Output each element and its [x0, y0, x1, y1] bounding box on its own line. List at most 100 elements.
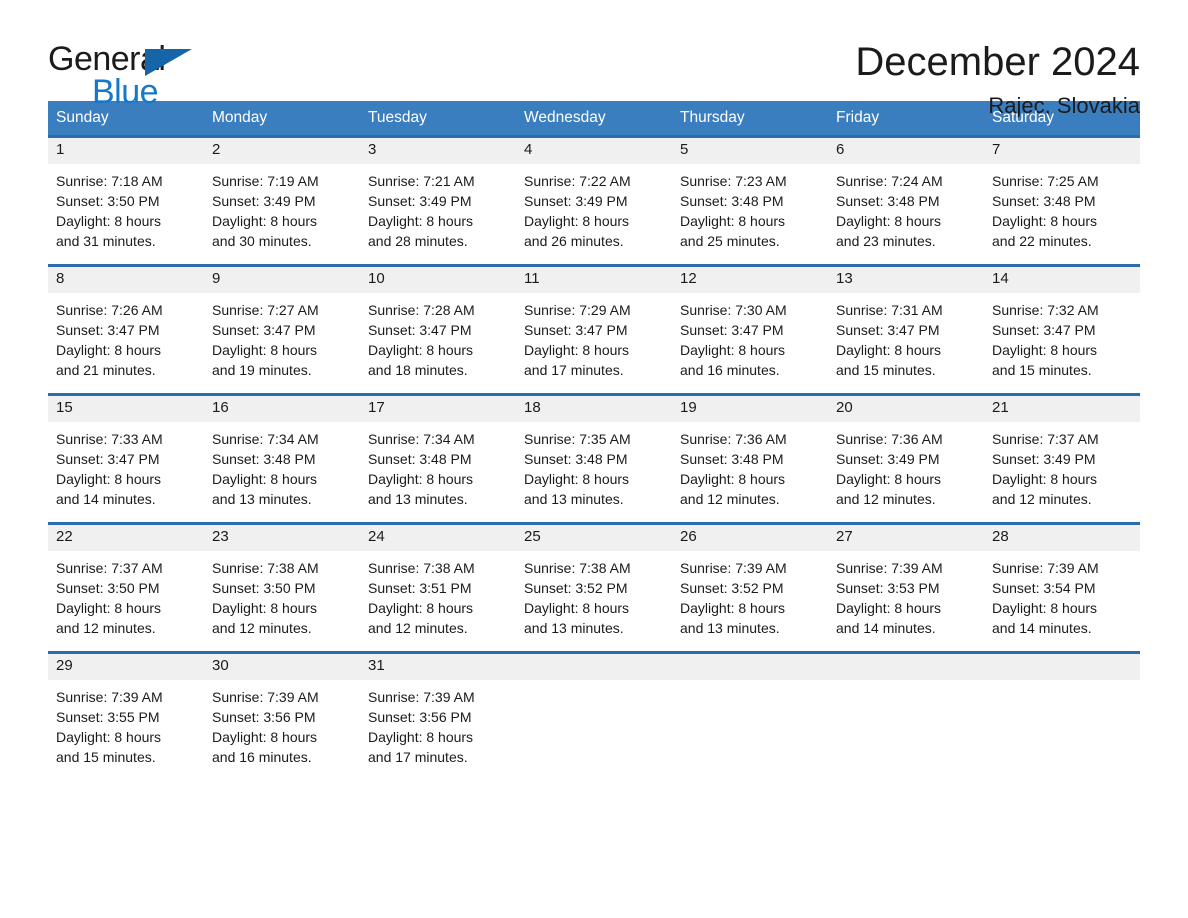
sunset-text: Sunset: 3:53 PM [836, 580, 940, 597]
day-cell-27[interactable]: Sunrise: 7:39 AM Sunset: 3:53 PM Daylight:… [828, 551, 984, 651]
day-cell-26[interactable]: Sunrise: 7:39 AM Sunset: 3:52 PM Daylight:… [672, 551, 828, 651]
day-number-30[interactable]: 30 [204, 654, 360, 680]
daylight-text: and 15 minutes. [836, 362, 936, 379]
day-cell-4[interactable]: Sunrise: 7:22 AM Sunset: 3:49 PM Daylight:… [516, 164, 672, 264]
day-cell-11[interactable]: Sunrise: 7:29 AM Sunset: 3:47 PM Daylight:… [516, 293, 672, 393]
day-number-13[interactable]: 13 [828, 267, 984, 293]
day-cell-5[interactable]: Sunrise: 7:23 AM Sunset: 3:48 PM Daylight:… [672, 164, 828, 264]
day-cell-16[interactable]: Sunrise: 7:34 AM Sunset: 3:48 PM Daylight:… [204, 422, 360, 522]
day-cell-17[interactable]: Sunrise: 7:34 AM Sunset: 3:48 PM Daylight:… [360, 422, 516, 522]
day-cell-15[interactable]: Sunrise: 7:33 AM Sunset: 3:47 PM Daylight:… [48, 422, 204, 522]
day-cell-20[interactable]: Sunrise: 7:36 AM Sunset: 3:49 PM Daylight:… [828, 422, 984, 522]
sunset-text: Sunset: 3:47 PM [680, 322, 784, 339]
sunset-text: Sunset: 3:47 PM [524, 322, 628, 339]
day-cell-empty [984, 680, 1140, 780]
sunset-text: Sunset: 3:47 PM [56, 451, 160, 468]
general-blue-logo[interactable]: General Blue [48, 42, 196, 116]
daylight-text: and 15 minutes. [992, 362, 1092, 379]
daylight-text: Daylight: 8 hours [992, 342, 1098, 359]
day-cell-7[interactable]: Sunrise: 7:25 AM Sunset: 3:48 PM Daylight:… [984, 164, 1140, 264]
day-cell-22[interactable]: Sunrise: 7:37 AM Sunset: 3:50 PM Daylight:… [48, 551, 204, 651]
sunset-text: Sunset: 3:50 PM [56, 193, 160, 210]
day-number-9[interactable]: 9 [204, 267, 360, 293]
day-number-18[interactable]: 18 [516, 396, 672, 422]
day-cell-empty [828, 680, 984, 780]
day-number-17[interactable]: 17 [360, 396, 516, 422]
daylight-text: Daylight: 8 hours [836, 342, 942, 359]
day-number-20[interactable]: 20 [828, 396, 984, 422]
day-detail-row: Sunrise: 7:26 AM Sunset: 3:47 PM Daylight:… [48, 293, 1140, 393]
day-number-25[interactable]: 25 [516, 525, 672, 551]
day-number-10[interactable]: 10 [360, 267, 516, 293]
daylight-text: and 13 minutes. [524, 620, 624, 637]
day-number-12[interactable]: 12 [672, 267, 828, 293]
weekday-header-tuesday: Tuesday [368, 109, 427, 126]
day-number-5[interactable]: 5 [672, 138, 828, 164]
day-number-1[interactable]: 1 [48, 138, 204, 164]
day-cell-6[interactable]: Sunrise: 7:24 AM Sunset: 3:48 PM Daylight:… [828, 164, 984, 264]
day-cell-3[interactable]: Sunrise: 7:21 AM Sunset: 3:49 PM Daylight:… [360, 164, 516, 264]
day-number-4[interactable]: 4 [516, 138, 672, 164]
weekday-header-row: Sunday Monday Tuesday Wednesday Thursday Frid… [48, 101, 1140, 136]
sunrise-text: Sunrise: 7:38 AM [524, 560, 631, 577]
daylight-text: Daylight: 8 hours [368, 471, 474, 488]
day-number-7[interactable]: 7 [984, 138, 1140, 164]
day-number-2[interactable]: 2 [204, 138, 360, 164]
day-number-22[interactable]: 22 [48, 525, 204, 551]
day-cell-empty [516, 680, 672, 780]
day-cell-18[interactable]: Sunrise: 7:35 AM Sunset: 3:48 PM Daylight:… [516, 422, 672, 522]
sunrise-text: Sunrise: 7:39 AM [836, 560, 943, 577]
sunrise-text: Sunrise: 7:33 AM [56, 431, 163, 448]
day-cell-24[interactable]: Sunrise: 7:38 AM Sunset: 3:51 PM Daylight:… [360, 551, 516, 651]
day-cell-8[interactable]: Sunrise: 7:26 AM Sunset: 3:47 PM Daylight:… [48, 293, 204, 393]
daylight-text: Daylight: 8 hours [56, 213, 162, 230]
day-number-21[interactable]: 21 [984, 396, 1140, 422]
day-number-19[interactable]: 19 [672, 396, 828, 422]
sunrise-text: Sunrise: 7:27 AM [212, 302, 319, 319]
daylight-text: Daylight: 8 hours [680, 213, 786, 230]
day-cell-14[interactable]: Sunrise: 7:32 AM Sunset: 3:47 PM Daylight:… [984, 293, 1140, 393]
day-cell-21[interactable]: Sunrise: 7:37 AM Sunset: 3:49 PM Daylight:… [984, 422, 1140, 522]
day-number-11[interactable]: 11 [516, 267, 672, 293]
day-number-27[interactable]: 27 [828, 525, 984, 551]
day-number-15[interactable]: 15 [48, 396, 204, 422]
sunset-text: Sunset: 3:49 PM [524, 193, 628, 210]
daylight-text: Daylight: 8 hours [836, 213, 942, 230]
day-number-8[interactable]: 8 [48, 267, 204, 293]
daylight-text: Daylight: 8 hours [992, 213, 1098, 230]
day-cell-29[interactable]: Sunrise: 7:39 AM Sunset: 3:55 PM Daylight:… [48, 680, 204, 780]
day-cell-13[interactable]: Sunrise: 7:31 AM Sunset: 3:47 PM Daylight:… [828, 293, 984, 393]
day-number-29[interactable]: 29 [48, 654, 204, 680]
daylight-text: Daylight: 8 hours [368, 600, 474, 617]
day-cell-25[interactable]: Sunrise: 7:38 AM Sunset: 3:52 PM Daylight:… [516, 551, 672, 651]
daylight-text: Daylight: 8 hours [680, 600, 786, 617]
day-cell-10[interactable]: Sunrise: 7:28 AM Sunset: 3:47 PM Daylight:… [360, 293, 516, 393]
day-cell-31[interactable]: Sunrise: 7:39 AM Sunset: 3:56 PM Daylight:… [360, 680, 516, 780]
day-number-3[interactable]: 3 [360, 138, 516, 164]
daylight-text: Daylight: 8 hours [836, 600, 942, 617]
sunset-text: Sunset: 3:52 PM [680, 580, 784, 597]
daylight-text: Daylight: 8 hours [212, 213, 318, 230]
calendar-page: General Blue December 2024 Rajec, Slovak… [0, 0, 1188, 918]
day-cell-30[interactable]: Sunrise: 7:39 AM Sunset: 3:56 PM Daylight:… [204, 680, 360, 780]
day-number-16[interactable]: 16 [204, 396, 360, 422]
day-number-31[interactable]: 31 [360, 654, 516, 680]
day-cell-1[interactable]: Sunrise: 7:18 AM Sunset: 3:50 PM Daylight:… [48, 164, 204, 264]
day-cell-28[interactable]: Sunrise: 7:39 AM Sunset: 3:54 PM Daylight:… [984, 551, 1140, 651]
sunrise-text: Sunrise: 7:35 AM [524, 431, 631, 448]
sunrise-text: Sunrise: 7:36 AM [836, 431, 943, 448]
day-cell-19[interactable]: Sunrise: 7:36 AM Sunset: 3:48 PM Daylight:… [672, 422, 828, 522]
sunrise-text: Sunrise: 7:26 AM [56, 302, 163, 319]
day-cell-2[interactable]: Sunrise: 7:19 AM Sunset: 3:49 PM Daylight:… [204, 164, 360, 264]
day-number-24[interactable]: 24 [360, 525, 516, 551]
day-cell-23[interactable]: Sunrise: 7:38 AM Sunset: 3:50 PM Daylight:… [204, 551, 360, 651]
day-number-14[interactable]: 14 [984, 267, 1140, 293]
day-cell-12[interactable]: Sunrise: 7:30 AM Sunset: 3:47 PM Daylight:… [672, 293, 828, 393]
day-number-28[interactable]: 28 [984, 525, 1140, 551]
day-number-23[interactable]: 23 [204, 525, 360, 551]
sunrise-text: Sunrise: 7:32 AM [992, 302, 1099, 319]
daylight-text: and 13 minutes. [212, 491, 312, 508]
day-number-6[interactable]: 6 [828, 138, 984, 164]
day-cell-9[interactable]: Sunrise: 7:27 AM Sunset: 3:47 PM Daylight:… [204, 293, 360, 393]
day-number-26[interactable]: 26 [672, 525, 828, 551]
